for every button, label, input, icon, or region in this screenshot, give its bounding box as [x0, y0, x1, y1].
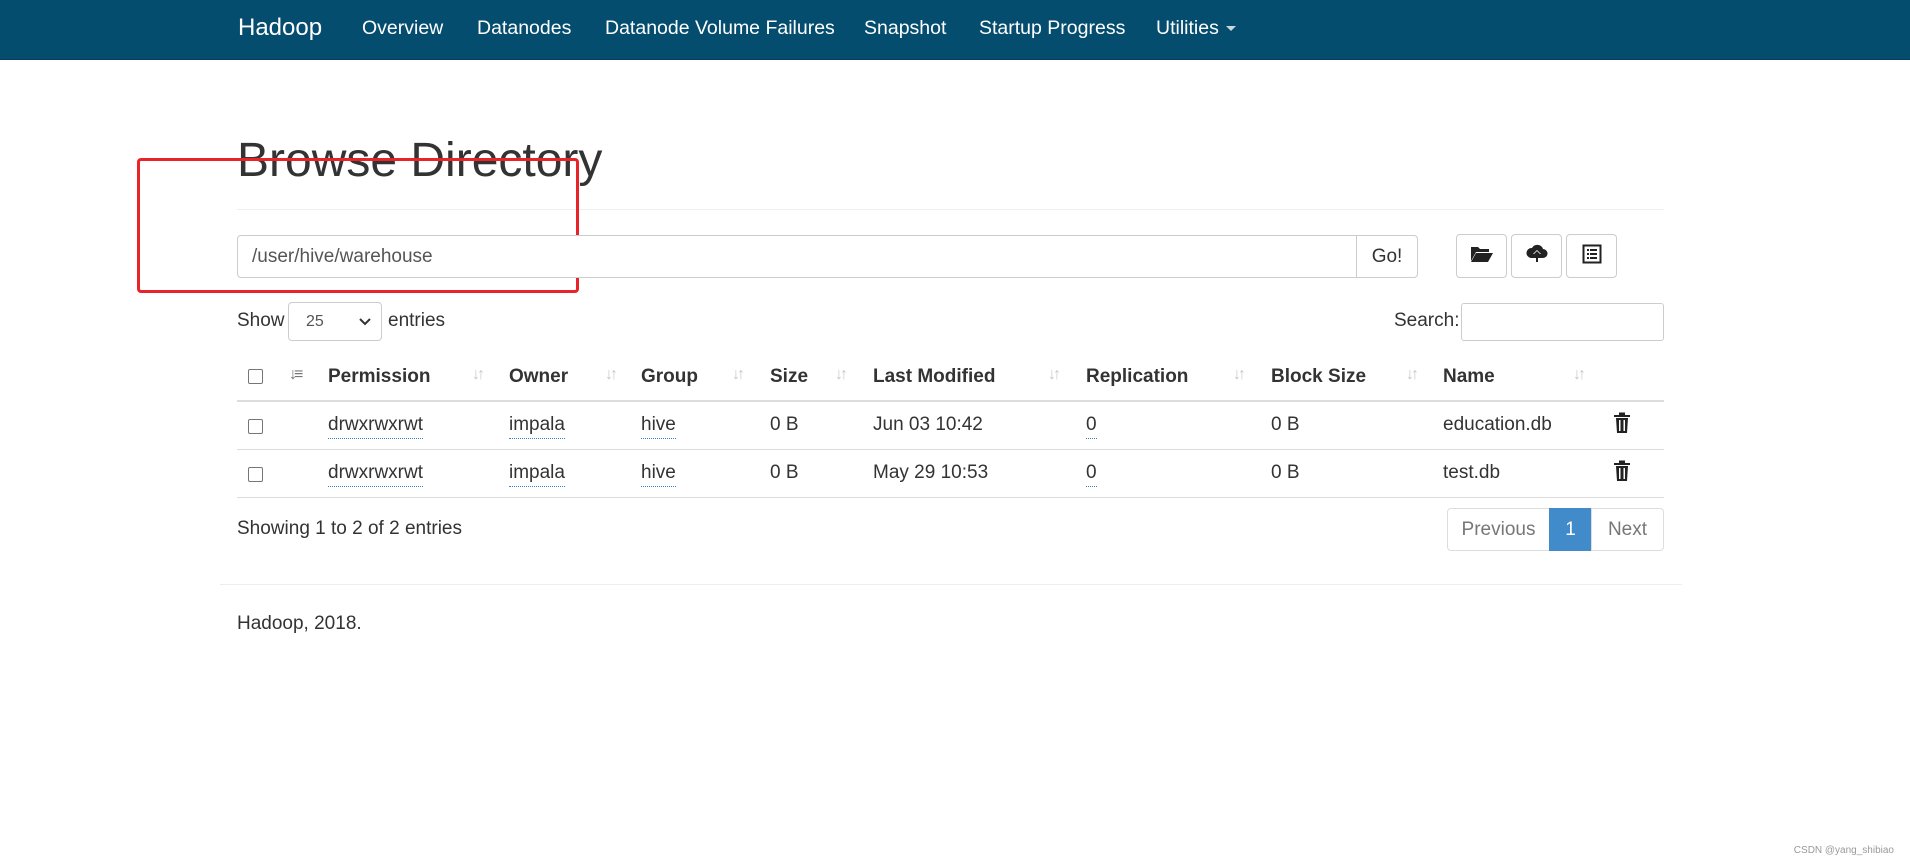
sort-icon[interactable]: ↓↑: [732, 366, 745, 384]
upload-files-button[interactable]: [1511, 234, 1562, 278]
permission-cell[interactable]: drwxrwxrwt: [328, 413, 423, 439]
select-all-checkbox[interactable]: [248, 369, 263, 384]
row-checkbox[interactable]: [248, 467, 263, 482]
caret-down-icon: [1225, 26, 1236, 32]
row-checkbox[interactable]: [248, 419, 263, 434]
permission-cell[interactable]: drwxrwxrwt: [328, 461, 423, 487]
group-cell[interactable]: hive: [641, 413, 676, 439]
sort-icon[interactable]: ↓↑: [1233, 366, 1246, 384]
last-modified-cell: May 29 10:53: [873, 462, 989, 483]
directory-path-input[interactable]: [237, 235, 1357, 278]
last-modified-cell: Jun 03 10:42: [873, 414, 983, 435]
nav-startup-progress[interactable]: Startup Progress: [979, 16, 1125, 40]
brand-logo[interactable]: Hadoop: [238, 13, 322, 43]
table-header-row: ↓≡ Permission ↓↑ Owner ↓↑ Group ↓↑ Size …: [237, 352, 1664, 402]
search-input[interactable]: [1461, 303, 1664, 341]
footer-divider: [220, 584, 1682, 585]
header-size[interactable]: Size: [770, 365, 808, 389]
table-row: drwxrwxrwt impala hive 0 B May 29 10:53 …: [237, 450, 1664, 498]
go-button[interactable]: Go!: [1356, 235, 1418, 278]
top-navbar: Hadoop Overview Datanodes Datanode Volum…: [0, 0, 1910, 60]
nav-utilities-dropdown[interactable]: Utilities: [1156, 16, 1236, 40]
header-last-modified[interactable]: Last Modified: [873, 365, 995, 389]
entries-select-value: 25: [306, 313, 324, 330]
header-permission[interactable]: Permission: [328, 365, 430, 389]
nav-datanode-volume-failures[interactable]: Datanode Volume Failures: [605, 16, 835, 40]
cut-paste-button[interactable]: [1566, 234, 1617, 278]
previous-page-button[interactable]: Previous: [1447, 508, 1550, 551]
group-cell[interactable]: hive: [641, 461, 676, 487]
replication-cell[interactable]: 0: [1086, 413, 1097, 439]
nav-overview[interactable]: Overview: [362, 16, 443, 40]
table-row: drwxrwxrwt impala hive 0 B Jun 03 10:42 …: [237, 402, 1664, 450]
cloud-upload-icon: [1525, 244, 1549, 269]
list-alt-icon: [1582, 244, 1602, 269]
folder-open-icon: [1470, 244, 1494, 269]
sort-asc-icon[interactable]: ↓≡: [289, 366, 303, 384]
header-block-size[interactable]: Block Size: [1271, 365, 1366, 389]
name-link[interactable]: test.db: [1443, 461, 1500, 485]
nav-datanodes[interactable]: Datanodes: [477, 16, 571, 40]
sort-icon[interactable]: ↓↑: [605, 366, 618, 384]
trash-icon[interactable]: [1613, 412, 1631, 441]
show-label: Show: [237, 310, 285, 331]
header-replication[interactable]: Replication: [1086, 365, 1188, 389]
nav-snapshot[interactable]: Snapshot: [864, 16, 946, 40]
owner-cell[interactable]: impala: [509, 413, 565, 439]
header-group[interactable]: Group: [641, 365, 698, 389]
entries-per-page-select[interactable]: 25: [288, 302, 382, 341]
trash-icon[interactable]: [1613, 460, 1631, 489]
size-cell: 0 B: [770, 414, 799, 435]
chevron-down-icon: [359, 303, 371, 354]
footer-text: Hadoop, 2018.: [237, 613, 362, 634]
sort-icon[interactable]: ↓↑: [835, 366, 848, 384]
page-1-button[interactable]: 1: [1549, 508, 1592, 551]
owner-cell[interactable]: impala: [509, 461, 565, 487]
next-page-button[interactable]: Next: [1591, 508, 1664, 551]
create-directory-button[interactable]: [1456, 234, 1507, 278]
nav-utilities-label: Utilities: [1156, 17, 1219, 39]
name-link[interactable]: education.db: [1443, 413, 1552, 437]
sort-icon[interactable]: ↓↑: [1573, 366, 1586, 384]
table-info: Showing 1 to 2 of 2 entries: [237, 518, 462, 539]
sort-icon[interactable]: ↓↑: [1048, 366, 1061, 384]
header-name[interactable]: Name: [1443, 365, 1495, 389]
watermark: CSDN @yang_shibiao: [1793, 845, 1894, 856]
block-size-cell: 0 B: [1271, 462, 1300, 483]
block-size-cell: 0 B: [1271, 414, 1300, 435]
search-label: Search:: [1394, 310, 1460, 331]
size-cell: 0 B: [770, 462, 799, 483]
entries-label: entries: [388, 310, 446, 331]
sort-icon[interactable]: ↓↑: [472, 366, 485, 384]
sort-icon[interactable]: ↓↑: [1406, 366, 1419, 384]
replication-cell[interactable]: 0: [1086, 461, 1097, 487]
header-owner[interactable]: Owner: [509, 365, 568, 389]
